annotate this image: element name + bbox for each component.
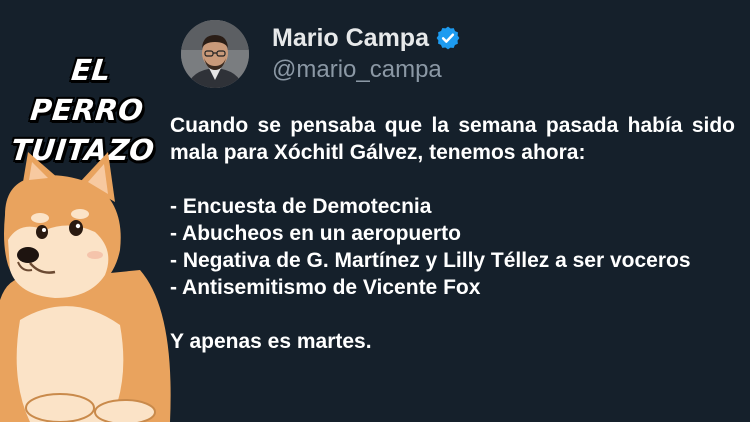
tweet-paragraph-intro: Cuando se pensaba que la semana pasada h… — [170, 114, 735, 164]
display-name[interactable]: Mario Campa — [272, 24, 429, 53]
tweet-list-item: - Antisemitismo de Vicente Fox — [170, 276, 481, 299]
brand-title-line1: EL PERRO — [28, 53, 146, 127]
profile-name-row: Mario Campa — [272, 20, 461, 56]
profile-photo-icon — [181, 20, 249, 88]
tweet-list-item: - Encuesta de Demotecnia — [170, 195, 432, 218]
tweet-list-item: - Negativa de G. Martínez y Lilly Téllez… — [170, 249, 691, 272]
shiba-dog-icon — [0, 152, 171, 422]
tweet-closing: Y apenas es martes. — [170, 330, 372, 353]
user-handle[interactable]: @mario_campa — [272, 56, 442, 84]
tweet-text: Cuando se pensaba que la semana pasada h… — [170, 112, 735, 355]
avatar[interactable] — [181, 20, 249, 88]
tweet-list-item: - Abucheos en un aeropuerto — [170, 222, 461, 245]
verified-badge-icon — [436, 26, 460, 50]
